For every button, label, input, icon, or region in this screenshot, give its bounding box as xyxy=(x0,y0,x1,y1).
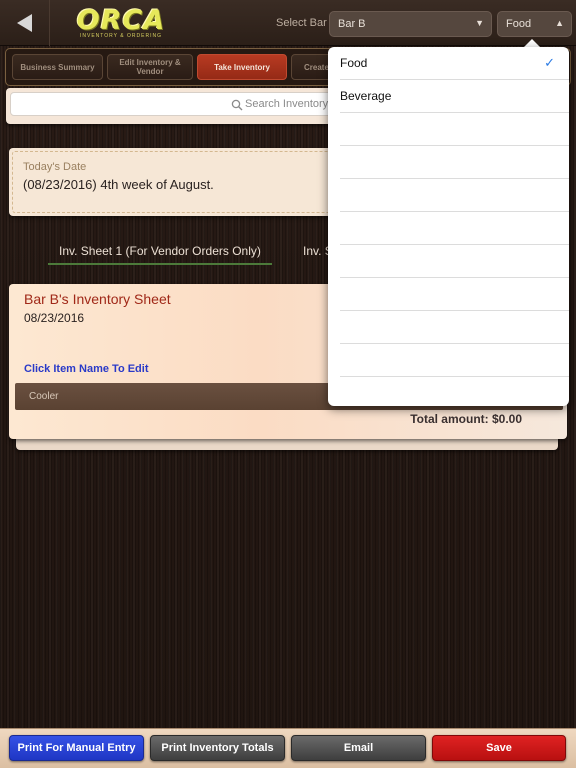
tab-edit-inventory-vendor[interactable]: Edit Inventory & Vendor xyxy=(107,54,193,80)
bottom-toolbar: Print For Manual Entry Print Inventory T… xyxy=(0,728,576,768)
date-label: Today's Date xyxy=(23,161,87,173)
top-bar: ORCA INVENTORY & ORDERING Select Bar Bar… xyxy=(0,0,576,46)
dropdown-option-food[interactable]: Food ✓ xyxy=(340,47,569,80)
bar-select[interactable]: Bar B ▼ xyxy=(329,11,492,37)
logo-text: ORCA xyxy=(76,5,166,36)
caret-down-icon: ▼ xyxy=(475,18,484,28)
back-arrow-icon xyxy=(17,14,32,32)
tab-business-summary[interactable]: Business Summary xyxy=(12,54,103,80)
dropdown-empty-row xyxy=(340,113,569,146)
dropdown-option-label: Food xyxy=(340,56,368,70)
tab-take-inventory[interactable]: Take Inventory xyxy=(197,54,287,80)
edit-hint: Click Item Name To Edit xyxy=(24,363,149,375)
dropdown-empty-row xyxy=(340,245,569,278)
date-value: (08/23/2016) 4th week of August. xyxy=(23,177,214,192)
total-amount: Total amount: $0.00 xyxy=(410,412,522,426)
orca-logo: ORCA INVENTORY & ORDERING xyxy=(66,5,176,41)
category-dropdown: Food ✓ Beverage xyxy=(328,47,569,406)
dropdown-option-beverage[interactable]: Beverage xyxy=(340,80,569,113)
dropdown-empty-row xyxy=(340,311,569,344)
category-select-value: Food xyxy=(506,18,532,30)
print-manual-entry-button[interactable]: Print For Manual Entry xyxy=(9,735,144,761)
section-label: Cooler xyxy=(29,391,59,402)
print-inventory-totals-button[interactable]: Print Inventory Totals xyxy=(150,735,285,761)
search-icon xyxy=(231,99,243,111)
dropdown-empty-row xyxy=(340,377,569,406)
inventory-sheet-title: Bar B's Inventory Sheet xyxy=(24,291,171,307)
tab-inv-sheet-1[interactable]: Inv. Sheet 1 (For Vendor Orders Only) xyxy=(59,244,261,258)
dropdown-option-label: Beverage xyxy=(340,89,392,103)
category-select[interactable]: Food ▲ xyxy=(497,11,572,37)
dropdown-empty-row xyxy=(340,146,569,179)
search-placeholder: Search Inventory It xyxy=(245,98,338,110)
caret-up-icon: ▲ xyxy=(555,18,564,28)
bar-select-value: Bar B xyxy=(338,18,366,30)
select-bar-label: Select Bar xyxy=(276,17,327,29)
dropdown-empty-row xyxy=(340,179,569,212)
dropdown-empty-row xyxy=(340,212,569,245)
logo-subtitle: INVENTORY & ORDERING xyxy=(80,33,162,39)
dropdown-empty-row xyxy=(340,278,569,311)
dropdown-empty-row xyxy=(340,344,569,377)
inventory-sheet-date: 08/23/2016 xyxy=(24,311,85,325)
checkmark-icon: ✓ xyxy=(544,55,555,70)
save-button[interactable]: Save xyxy=(432,735,566,761)
email-button[interactable]: Email xyxy=(291,735,426,761)
active-tab-underline xyxy=(48,263,272,265)
back-button[interactable] xyxy=(0,0,50,46)
